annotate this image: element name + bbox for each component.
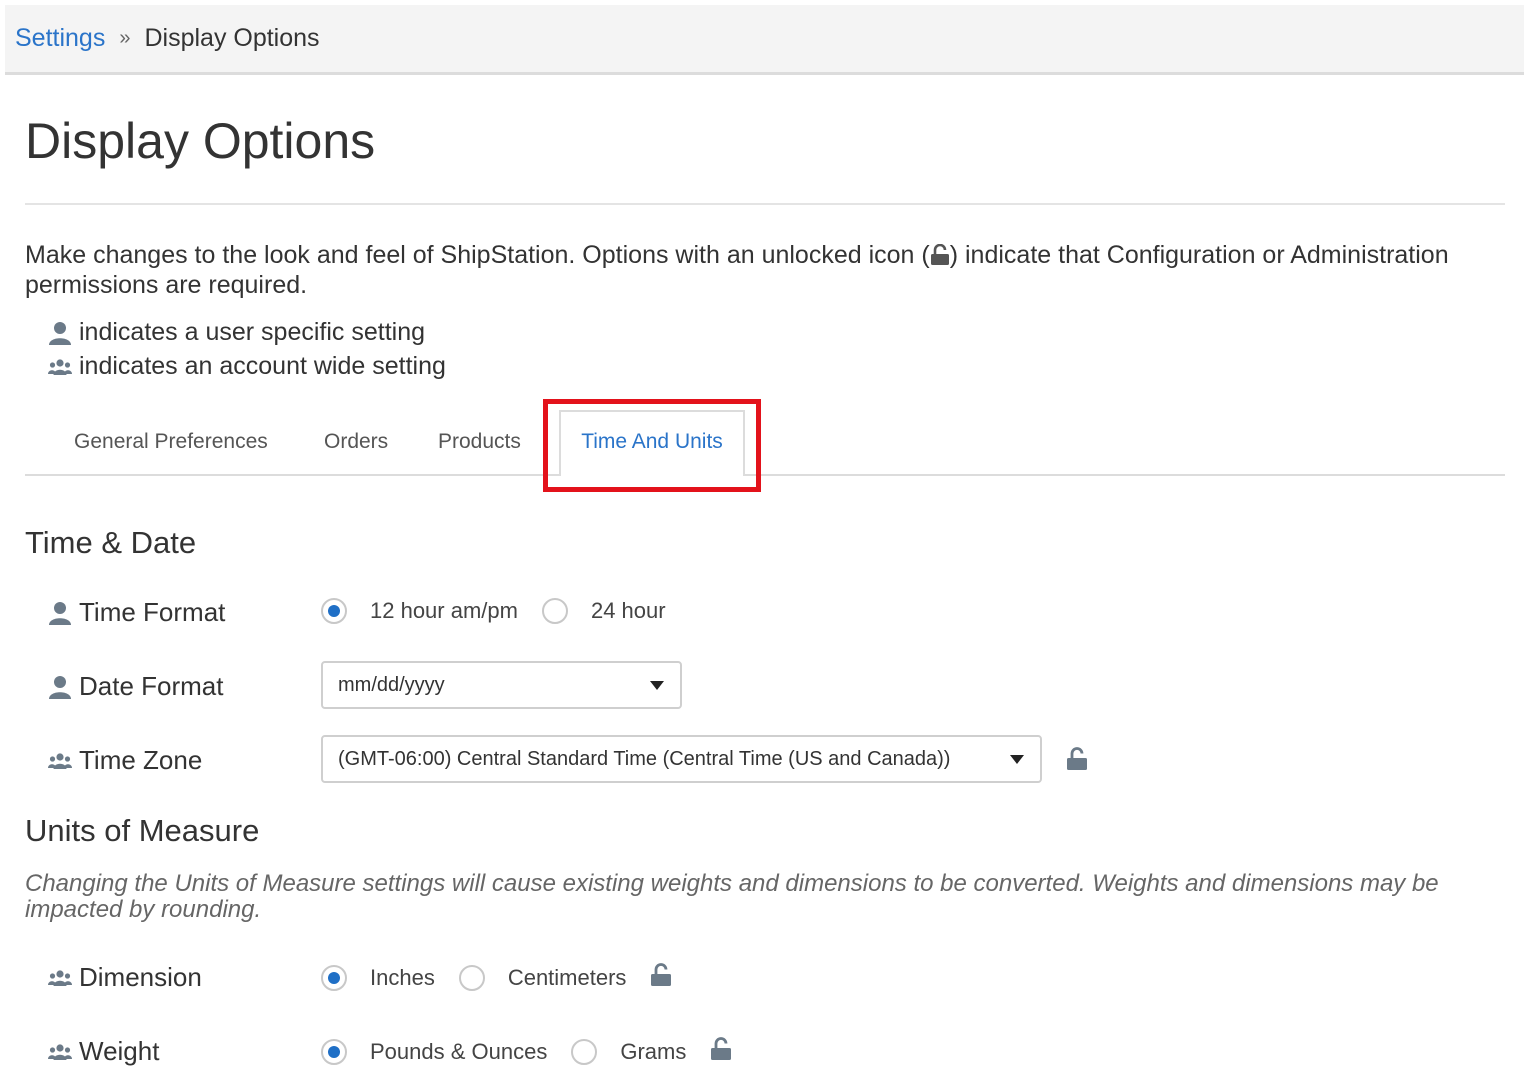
radio-inches-label[interactable]: Inches [370,965,435,991]
users-icon [48,969,72,987]
caret-down-icon [1010,755,1024,764]
units-heading: Units of Measure [25,813,260,848]
radio-grams[interactable] [571,1039,598,1065]
tab-general-preferences[interactable]: General Preferences [74,430,268,454]
time-format-label: Time Format [48,597,225,628]
dimension-label: Dimension [48,962,202,993]
unlocked-icon[interactable] [710,1037,732,1067]
time-date-heading: Time & Date [25,525,197,560]
user-icon [48,321,72,345]
radio-grams-label[interactable]: Grams [620,1039,686,1065]
page-title: Display Options [25,113,376,169]
breadcrumb-separator: » [119,27,131,49]
radio-centimeters-label[interactable]: Centimeters [508,965,627,991]
date-format-label: Date Format [48,671,224,702]
users-icon [48,752,72,770]
users-icon [48,1043,72,1061]
date-format-select[interactable]: mm/dd/yyyy [321,661,682,709]
tab-products[interactable]: Products [438,430,521,454]
breadcrumb-current: Display Options [144,24,320,52]
title-divider [25,203,1505,205]
tab-orders[interactable]: Orders [324,430,388,454]
radio-selected-dot [328,1046,340,1058]
time-format-radio-group: 12 hour am/pm 24 hour [321,598,690,624]
legend-user-setting: indicates a user specific setting [48,318,425,347]
legend-account-text: indicates an account wide setting [79,352,446,380]
intro-text: Make changes to the look and feel of Shi… [25,242,1510,299]
time-format-label-text: Time Format [79,597,226,627]
radio-selected-dot [328,605,340,617]
radio-inches[interactable] [321,965,347,991]
time-zone-value: (GMT-06:00) Central Standard Time (Centr… [338,747,951,770]
unlocked-icon[interactable] [650,963,672,993]
weight-label-text: Weight [79,1036,160,1066]
breadcrumb: Settings » Display Options [5,5,1524,75]
highlight-annotation [543,399,761,492]
legend-user-text: indicates a user specific setting [79,318,426,346]
radio-12-hour[interactable] [321,598,347,624]
unlocked-icon[interactable] [1066,747,1088,776]
users-icon [48,358,72,376]
radio-centimeters[interactable] [458,965,485,991]
dimension-radio-group: Inches Centimeters [321,963,672,993]
tab-bar: General Preferences Orders Products Time… [25,408,1505,476]
legend-account-setting: indicates an account wide setting [48,352,446,381]
date-format-label-text: Date Format [79,671,224,701]
radio-24-hour[interactable] [541,598,568,624]
time-zone-select[interactable]: (GMT-06:00) Central Standard Time (Centr… [321,735,1042,783]
time-zone-label: Time Zone [48,745,202,776]
radio-24-hour-label[interactable]: 24 hour [591,598,666,624]
breadcrumb-settings-link[interactable]: Settings [15,24,105,53]
time-zone-label-text: Time Zone [79,745,203,775]
date-format-value: mm/dd/yyyy [338,673,445,696]
intro-text-before: Make changes to the look and feel of Shi… [25,241,930,269]
units-note: Changing the Units of Measure settings w… [25,870,1439,923]
user-icon [48,675,72,699]
user-icon [48,601,72,625]
dimension-label-text: Dimension [79,962,202,992]
unlocked-icon [930,243,950,272]
weight-label: Weight [48,1036,159,1067]
radio-12-hour-label[interactable]: 12 hour am/pm [370,598,518,624]
weight-radio-group: Pounds & Ounces Grams [321,1037,732,1067]
caret-down-icon [650,681,664,690]
radio-pounds-ounces-label[interactable]: Pounds & Ounces [370,1039,547,1065]
radio-pounds-ounces[interactable] [321,1039,347,1065]
radio-selected-dot [328,972,340,984]
